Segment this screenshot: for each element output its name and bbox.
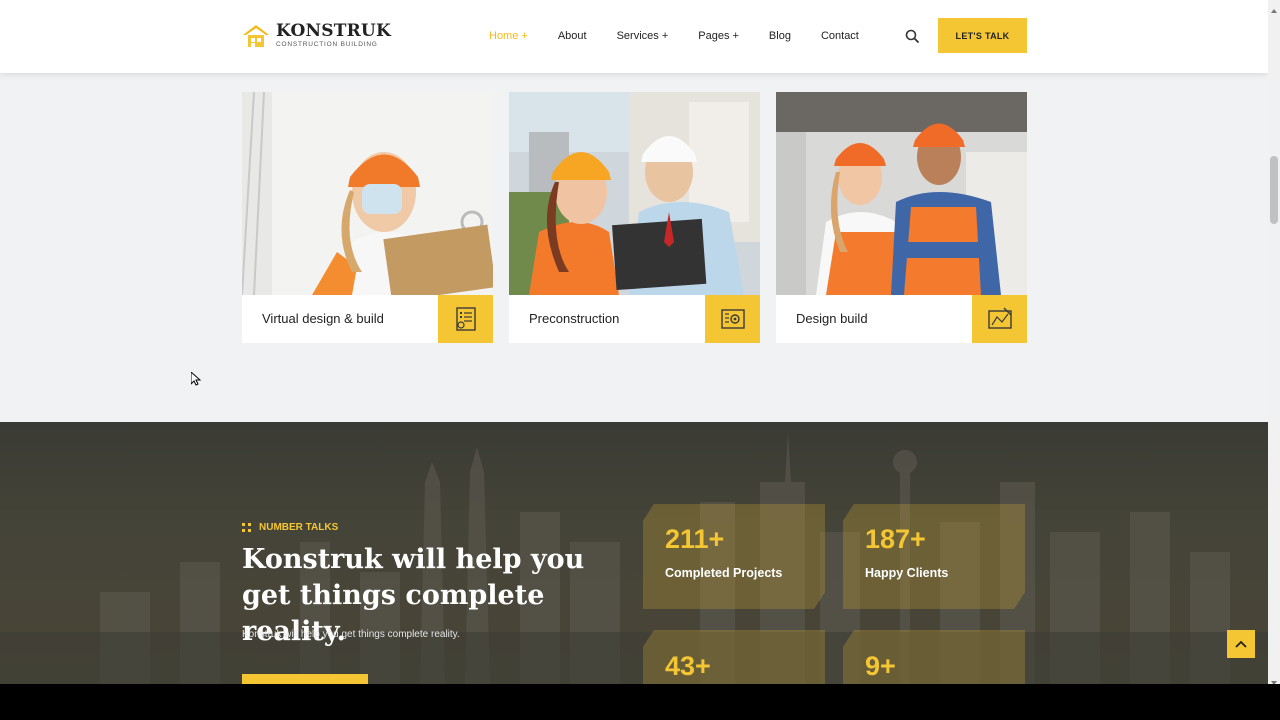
scroll-up-arrow-icon[interactable] (1270, 2, 1278, 13)
site-logo[interactable]: KONSTRUK CONSTRUCTION BUILDING (242, 22, 391, 50)
service-photo (509, 92, 760, 295)
scroll-down-arrow-icon[interactable] (1270, 674, 1278, 685)
eyebrow-label: NUMBER TALKS (259, 522, 339, 533)
stat-label: Completed Projects (665, 566, 783, 580)
page-scrollbar[interactable] (1268, 0, 1280, 685)
section-eyebrow: NUMBER TALKS (242, 522, 338, 533)
number-talks-section: NUMBER TALKS Konstruk will help you get … (0, 422, 1268, 684)
screen-bottom-bar (0, 684, 1280, 720)
service-title: Virtual design & build (262, 311, 384, 326)
nav-services[interactable]: Services + (617, 29, 669, 43)
service-photo (776, 92, 1027, 295)
service-cards: Virtual design & build Preconstruction D… (242, 92, 1027, 343)
brand-tagline: CONSTRUCTION BUILDING (276, 41, 378, 48)
page-viewport: KONSTRUK CONSTRUCTION BUILDING Home + Ab… (0, 0, 1268, 684)
main-nav: Home + About Services + Pages + Blog Con… (489, 29, 889, 43)
service-title: Preconstruction (529, 311, 620, 326)
scrollbar-thumb[interactable] (1270, 156, 1278, 224)
dots-icon (242, 522, 252, 533)
stat-card (843, 504, 1025, 609)
lets-talk-button[interactable]: LET'S TALK (938, 18, 1027, 53)
house-logo-icon (242, 23, 270, 49)
drafting-plan-icon (972, 295, 1027, 343)
nav-home[interactable]: Home + (489, 29, 528, 43)
brand-name: KONSTRUK (276, 21, 391, 41)
stat-value: 187+ (865, 524, 926, 554)
nav-blog[interactable]: Blog (769, 29, 791, 43)
section-button[interactable] (242, 674, 368, 684)
section-subtext: Konstruk will help you get things comple… (242, 629, 460, 640)
nav-about[interactable]: About (558, 29, 587, 43)
stat-value: 43+ (665, 651, 711, 681)
service-card-preconstruction[interactable]: Preconstruction (509, 92, 760, 343)
stat-card (643, 504, 825, 609)
search-icon[interactable] (905, 29, 920, 44)
service-photo (242, 92, 493, 295)
city-skyline-background (0, 432, 1268, 684)
stat-value: 9+ (865, 651, 896, 681)
mouse-cursor-icon (190, 370, 202, 386)
site-header: KONSTRUK CONSTRUCTION BUILDING Home + Ab… (0, 0, 1268, 73)
service-title: Design build (796, 311, 868, 326)
stat-label: Happy Clients (865, 566, 949, 580)
nav-contact[interactable]: Contact (821, 29, 859, 43)
chevron-up-icon[interactable] (1227, 630, 1255, 658)
nav-pages[interactable]: Pages + (698, 29, 739, 43)
service-card-virtual-design[interactable]: Virtual design & build (242, 92, 493, 343)
stat-value: 211+ (665, 524, 725, 554)
service-card-design-build[interactable]: Design build (776, 92, 1027, 343)
blueprint-checklist-icon (438, 295, 493, 343)
blueprint-gear-icon (705, 295, 760, 343)
